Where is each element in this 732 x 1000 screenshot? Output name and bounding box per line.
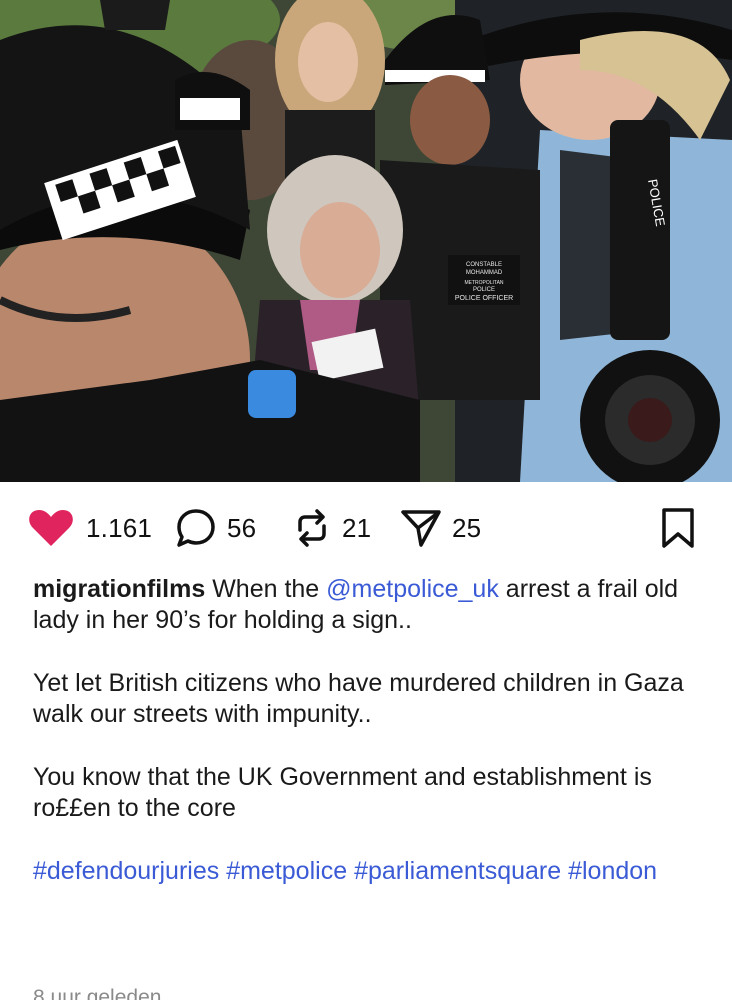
caption-paragraph-2: Yet let British citizens who have murder… — [33, 669, 684, 728]
hashtag-link[interactable]: #parliamentsquare — [354, 857, 561, 885]
repost-count: 21 — [342, 512, 372, 543]
caption-text-3b: ro££en to the core — [33, 794, 236, 822]
post-timestamp: 8 uur geleden — [33, 986, 162, 1000]
caption-text-3a: You know that the UK Government and esta… — [33, 763, 652, 791]
hashtag-link[interactable]: #defendourjuries — [33, 857, 219, 885]
badge-line-1: CONSTABLE — [466, 262, 502, 268]
hashtag-link[interactable]: #london — [568, 857, 657, 885]
mention-link[interactable]: @metpolice_uk — [326, 575, 499, 603]
bookmark-icon — [660, 507, 696, 549]
share-count: 25 — [452, 512, 482, 543]
badge-line-4: POLICE — [473, 287, 495, 293]
comment-count: 56 — [227, 512, 257, 543]
speech-bubble-icon — [175, 507, 217, 549]
caption-text-1a: When the — [205, 575, 327, 603]
post-photo[interactable]: POLICE CONSTABLE MOHAMMAD METROPOLITAN P… — [0, 0, 732, 482]
photo-illustration: POLICE CONSTABLE MOHAMMAD METROPOLITAN P… — [0, 0, 732, 482]
post: POLICE CONSTABLE MOHAMMAD METROPOLITAN P… — [0, 0, 732, 1000]
badge-line-5: POLICE OFFICER — [455, 295, 513, 302]
badge-line-3: METROPOLITAN — [464, 280, 503, 286]
action-bar: 1.161 56 21 25 — [0, 482, 732, 574]
badge-line-2: MOHAMMAD — [466, 270, 503, 276]
comment-button[interactable]: 56 — [175, 508, 256, 548]
paper-plane-icon — [400, 507, 442, 549]
share-button[interactable]: 25 — [400, 508, 481, 548]
caption-paragraph-1: migrationfilms When the @metpolice_uk ar… — [33, 574, 705, 636]
save-button[interactable] — [660, 508, 696, 548]
heart-icon — [28, 508, 74, 548]
like-button[interactable]: 1.161 — [28, 508, 152, 548]
post-caption: migrationfilms When the @metpolice_uk ar… — [33, 574, 705, 887]
username-link[interactable]: migrationfilms — [33, 575, 205, 603]
repost-button[interactable]: 21 — [292, 508, 371, 548]
like-count: 1.161 — [86, 512, 153, 543]
caption-paragraph-3: You know that the UK Government and esta… — [33, 762, 705, 824]
hashtag-link[interactable]: #metpolice — [226, 857, 347, 885]
repost-arrows-icon — [292, 508, 332, 548]
hashtag-list: #defendourjuries #metpolice #parliaments… — [33, 856, 705, 887]
